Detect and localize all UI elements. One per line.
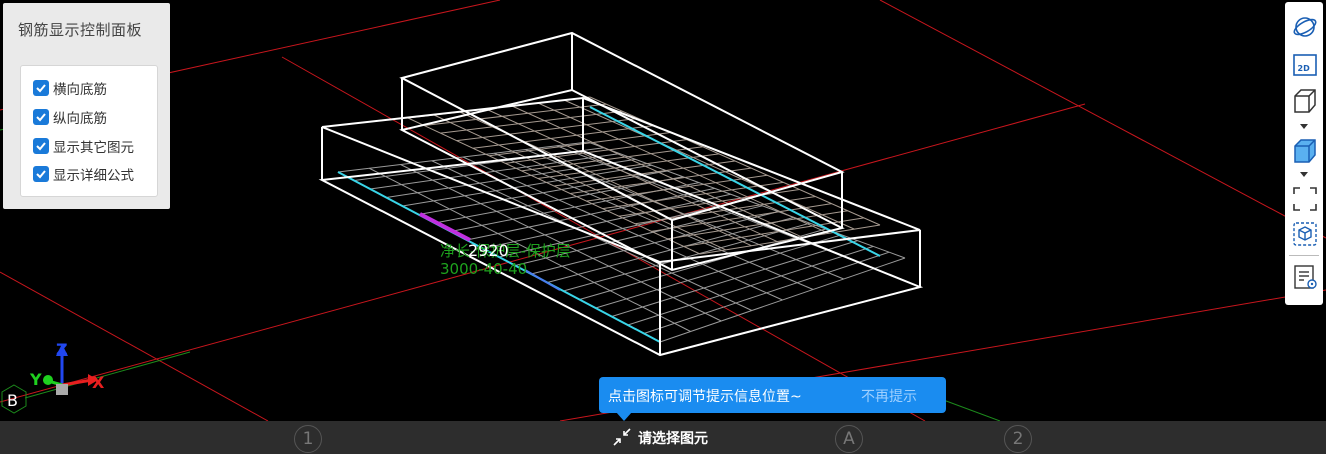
- axis-grid-lines: [0, 0, 1326, 421]
- properties-icon[interactable]: [1292, 264, 1318, 290]
- length-dimension: 2920: [468, 241, 509, 260]
- orbit-icon[interactable]: [1292, 14, 1318, 40]
- option-label: 横向底筋: [53, 82, 107, 98]
- rebar-bar: [595, 234, 842, 309]
- rebar-bar: [627, 245, 874, 326]
- formula-values: 3000-40-40: [440, 260, 527, 278]
- option-show-other-elements[interactable]: 显示其它图元: [33, 136, 134, 156]
- toolbar-divider: [1289, 255, 1319, 256]
- dont-show-again-link[interactable]: 不再提示: [861, 386, 917, 406]
- rebar-bar: [537, 153, 719, 179]
- z-axis-label: Z: [56, 340, 68, 359]
- axis-label-1: 1: [294, 425, 322, 453]
- checkbox-checked-icon[interactable]: [33, 80, 49, 96]
- svg-text:2D: 2D: [1298, 64, 1311, 73]
- option-label: 显示详细公式: [53, 168, 134, 184]
- grid-line: [0, 271, 269, 421]
- wireframe-cube-icon[interactable]: [1292, 88, 1318, 114]
- lower-slab-wireframe: [318, 96, 924, 357]
- option-label: 纵向底筋: [53, 111, 107, 127]
- rebar-display-control-panel: 钢筋显示控制面板 横向底筋 纵向底筋 显示其它图元 显示详细公式: [3, 3, 170, 209]
- rebar-bar: [553, 160, 736, 187]
- grid-label-b: B: [1, 384, 27, 414]
- option-transverse-bottom-rebar[interactable]: 横向底筋: [33, 78, 107, 98]
- option-longitudinal-bottom-rebar[interactable]: 纵向底筋: [33, 107, 107, 127]
- panel-options-box: 横向底筋 纵向底筋 显示其它图元 显示详细公式: [20, 65, 158, 197]
- chevron-down-icon[interactable]: [1300, 124, 1308, 129]
- 3d-viewport[interactable]: 净长-保护层-保护层 3000-40-40 2920 Z Y X B: [0, 0, 1326, 421]
- view-toolbar: 2D: [1285, 2, 1323, 305]
- tooltip-message: 点击图标可调节提示信息位置~: [608, 389, 802, 405]
- chevron-down-icon[interactable]: [1300, 172, 1308, 177]
- 2d-view-icon[interactable]: 2D: [1292, 52, 1318, 78]
- option-label: 显示其它图元: [53, 140, 134, 156]
- option-show-detailed-formula[interactable]: 显示详细公式: [33, 164, 134, 184]
- rebar-bar: [434, 176, 684, 224]
- checkbox-checked-icon[interactable]: [33, 138, 49, 154]
- solid-cube-icon[interactable]: [1292, 138, 1318, 164]
- svg-text:B: B: [7, 391, 18, 410]
- panel-title: 钢筋显示控制面板: [18, 21, 143, 39]
- axis-origin: [56, 384, 68, 395]
- collapse-arrows-icon[interactable]: [612, 427, 632, 447]
- view-cube-icon[interactable]: [1292, 221, 1318, 247]
- status-bar: 1 A 2 请选择图元: [0, 421, 1326, 454]
- model-canvas[interactable]: 净长-保护层-保护层 3000-40-40 2920 Z Y X B: [0, 0, 1326, 421]
- tooltip-arrow: [616, 412, 632, 421]
- axis-label-a: A: [835, 425, 863, 453]
- upper-slab-wireframe: [399, 31, 845, 272]
- checkbox-checked-icon[interactable]: [33, 166, 49, 182]
- highlighted-rebars: [337, 106, 881, 343]
- axis-label-2: 2: [1004, 425, 1032, 453]
- green-axis-line: [24, 351, 191, 399]
- y-axis-label: Y: [29, 370, 42, 389]
- fullscreen-icon[interactable]: [1292, 186, 1318, 212]
- rebar-bar: [643, 251, 890, 334]
- axis-gizmo: Z Y X: [29, 340, 105, 395]
- x-axis-label: X: [92, 373, 105, 392]
- hint-tooltip: 点击图标可调节提示信息位置~ 不再提示: [599, 377, 946, 413]
- rebar-bar: [386, 158, 636, 198]
- grid-line: [879, 0, 1326, 239]
- status-prompt: 请选择图元: [638, 431, 708, 447]
- checkbox-checked-icon[interactable]: [33, 109, 49, 125]
